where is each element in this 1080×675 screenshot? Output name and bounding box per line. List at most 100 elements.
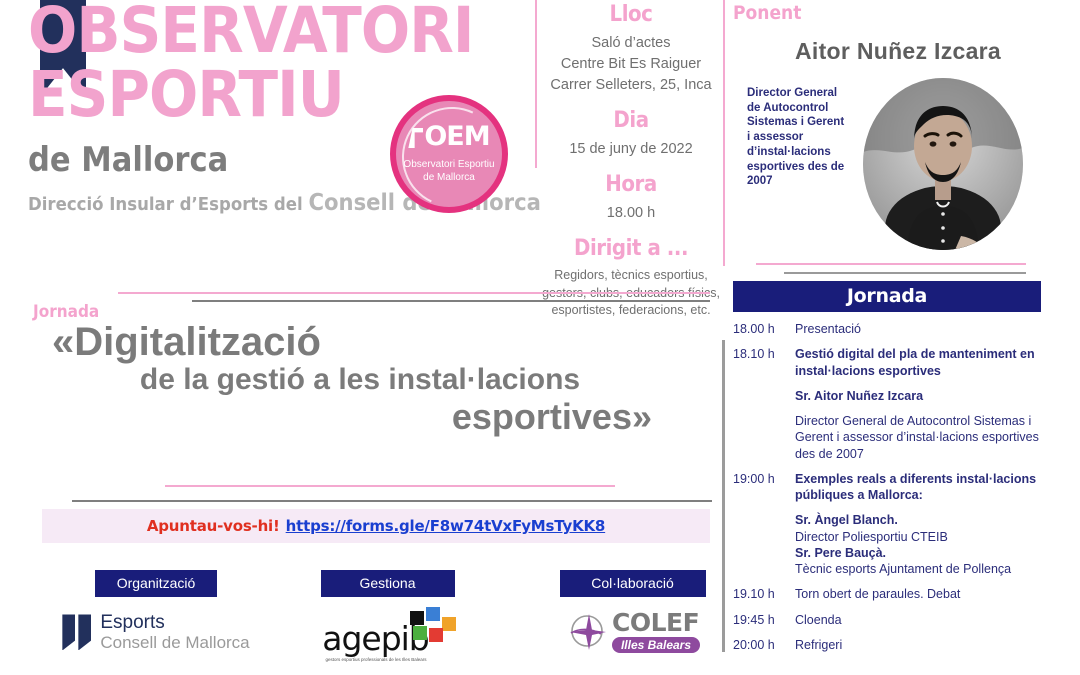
schedule-row-body: Gestió digital del pla de manteniment en…: [795, 346, 1041, 462]
schedule-row: 19.10 h Torn obert de paraules. Debat: [733, 586, 1041, 602]
audience-heading: Dirigit a ...: [573, 236, 689, 262]
schedule-heading: Jornada: [733, 281, 1041, 312]
esports-logo-text: Esports Consell de Mallorca: [100, 612, 250, 652]
schedule-row-body: Refrigeri: [795, 637, 1041, 653]
divider-topic-bottom-pink: [165, 485, 615, 487]
divider-vertical-left: [535, 0, 537, 168]
schedule-row-time: 18.10 h: [733, 347, 775, 362]
place-line-2: Centre Bit Es Raiguer: [560, 56, 702, 73]
schedule-item: Exemples reals a diferents instal·lacion…: [795, 471, 1037, 502]
consell-mark-part2: [78, 614, 92, 651]
oem-monogram: OEM: [396, 121, 502, 152]
esports-logo-line2: Consell de Mallorca: [100, 632, 250, 652]
speaker-photo: [863, 78, 1023, 250]
schedule-item: Cloenda: [795, 612, 842, 627]
divider-speaker-pink: [756, 263, 1026, 265]
colef-logo-word: COLEF: [611, 607, 700, 637]
signup-band: Apuntau-vos-hi! https://forms.gle/F8w74t…: [42, 509, 710, 543]
colef-logo: COLEF Illes Balears: [550, 609, 715, 653]
speaker-bio: Director General de Autocontrol Sistemas…: [747, 87, 845, 188]
schedule-row-body: Torn obert de paraules. Debat: [795, 586, 1041, 602]
divider-topic-top-pink: [118, 292, 710, 294]
oem-caption: Observatori Esportiu de Mallorca: [396, 159, 502, 184]
speaker-label: Ponent: [733, 2, 802, 24]
oem-logo-badge: OEM Observatori Esportiu de Mallorca: [390, 95, 508, 213]
oem-caption-line2: de Mallorca: [423, 171, 475, 183]
event-info-column: Lloc Saló d’actes Centre Bit Es Raiguer …: [540, 0, 722, 332]
schedule-row-body: Exemples reals a diferents instal·lacion…: [795, 471, 1041, 578]
footer-chip-collaboracio: Col·laboració: [559, 570, 706, 597]
schedule-row: 18.10 h Gestió digital del pla de manteni…: [733, 346, 1041, 462]
schedule-row-time: 18.00 h: [733, 322, 775, 336]
schedule-item: Director Poliesportiu CTEIB: [795, 529, 948, 544]
schedule-item: Sr. Pere Bauçà.: [795, 545, 887, 560]
schedule-item: Director General de Autocontrol Sistemas…: [795, 414, 1039, 461]
time-heading: Hora: [605, 172, 657, 198]
footer-chip-organitzacio: Organització: [95, 570, 217, 597]
schedule-item: Torn obert de paraules. Debat: [795, 587, 961, 602]
audience-line-3: esportistes, federacions, etc.: [551, 303, 711, 318]
time-value: 18.00 h: [606, 205, 656, 222]
agepib-square-orange: [442, 617, 456, 631]
schedule-row-time: 19:45 h: [733, 612, 775, 627]
schedule-row-body: Cloenda: [795, 612, 1041, 628]
speaker-name: Aitor Nuñez Izcara: [794, 38, 1002, 64]
footer-chip-gestiona: Gestiona: [320, 570, 455, 597]
topic-line-3: esportives»: [451, 395, 652, 437]
consell-mark-icon: [62, 614, 92, 651]
agepib-square-green: [413, 626, 427, 640]
topic-title: «Digitalització de la gestió a les insta…: [30, 322, 690, 435]
topic-line-2: de la gestió a les instal·lacions: [139, 363, 581, 396]
oem-caption-line1: Observatori Esportiu: [403, 159, 495, 170]
poster-canvas: OBSERVATORI ESPORTIU de Mallorca Direcci…: [0, 0, 1080, 675]
agepib-square-red: [429, 628, 443, 642]
place-heading: Lloc: [609, 2, 653, 27]
schedule-row: 20:00 h Refrigeri: [733, 637, 1041, 653]
schedule-side-rule: [722, 340, 725, 652]
speaker-portrait-icon: [863, 78, 1023, 250]
schedule-item: Presentació: [795, 322, 862, 336]
schedule-item: Sr. Àngel Blanch.: [795, 513, 898, 528]
schedule-item: Gestió digital del pla de manteniment en…: [795, 347, 1035, 378]
topic-line-1: «Digitalització: [52, 320, 321, 364]
colef-compass-icon: [565, 609, 609, 653]
organizer-prefix: Direcció Insular d’Esports del: [28, 193, 309, 215]
footer-group-organitzacio: Organització Esports Consell de Mallorca: [56, 570, 256, 652]
day-heading: Dia: [613, 108, 649, 134]
divider-topic-top-gray: [192, 300, 710, 302]
esports-consell-logo: Esports Consell de Mallorca: [56, 612, 256, 652]
agepib-logo: agepib gestors esportius professionals d…: [310, 607, 465, 667]
consell-mark-part1: [62, 614, 76, 651]
divider-topic-bottom-gray: [72, 500, 712, 502]
divider-vertical-right: [723, 0, 725, 266]
footer-logos: Organització Esports Consell de Mallorca…: [0, 570, 720, 675]
footer-group-collaboracio: Col·laboració COLEF Illes Balears: [550, 570, 715, 653]
place-line-3: Carrer Selleters, 25, Inca: [550, 77, 712, 94]
audience-line-1: Regidors, tècnics esportius,: [554, 268, 708, 283]
footer-group-gestiona: Gestiona agepib gestors esportius profes…: [310, 570, 465, 667]
agepib-logo-tagline: gestors esportius professionals de les I…: [325, 657, 427, 662]
esports-logo-line1: Esports: [100, 612, 165, 633]
oem-monogram-text: OEM: [424, 121, 490, 152]
schedule-item: Sr. Aitor Nuñez Izcara: [795, 388, 924, 403]
oem-slash-icon: [408, 128, 424, 148]
signup-link[interactable]: https://forms.gle/F8w74tVxFyMsTyKK8: [286, 517, 606, 535]
signup-cta-label: Apuntau-vos-hi!: [146, 517, 280, 535]
page-title-line1: OBSERVATORI: [28, 0, 475, 67]
schedule-panel: Jornada 18.00 h Presentació 18.10 h Gestió …: [733, 281, 1041, 653]
schedule-row-time: 19.10 h: [733, 587, 775, 602]
schedule-row: 19:45 h Cloenda: [733, 612, 1041, 628]
agepib-square-black: [410, 611, 424, 625]
schedule-row-body: Presentació: [795, 321, 1041, 337]
colef-logo-text: COLEF Illes Balears: [611, 607, 701, 653]
place-line-1: Saló d’actes: [591, 35, 671, 51]
schedule-row: 19:00 h Exemples reals a diferents instal…: [733, 471, 1041, 578]
divider-speaker-gray: [784, 272, 1026, 274]
schedule-row-time: 20:00 h: [733, 637, 775, 652]
schedule-row-time: 19:00 h: [733, 471, 775, 486]
place-value: Saló d’actes Centre Bit Es Raiguer Carre…: [540, 33, 722, 96]
schedule-row: 18.00 h Presentació: [733, 321, 1041, 337]
schedule-rows: 18.00 h Presentació 18.10 h Gestió digital …: [733, 321, 1041, 653]
agepib-square-blue: [426, 607, 440, 621]
topic-label: Jornada: [33, 302, 100, 322]
